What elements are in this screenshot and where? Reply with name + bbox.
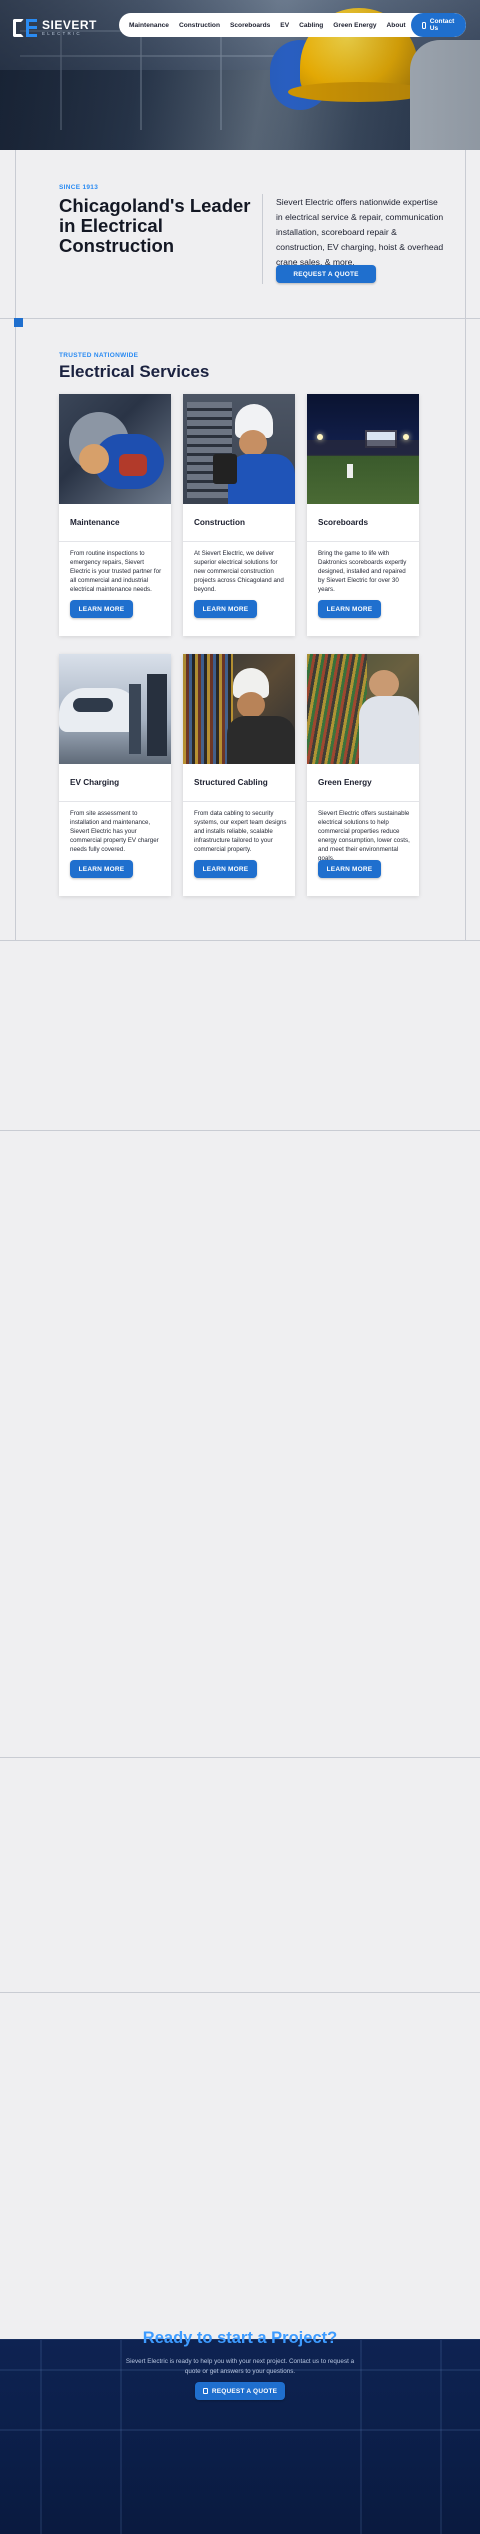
cta-bg-beam	[0, 2429, 480, 2431]
card-divider	[183, 801, 295, 802]
service-card-ev-charging[interactable]: EV Charging From site assessment to inst…	[59, 654, 171, 896]
intro-text: Sievert Electric offers nationwide exper…	[276, 197, 444, 267]
logo-icon	[13, 19, 37, 37]
logo-name: SIEVERT	[42, 18, 97, 33]
nav-item-green-energy[interactable]: Green Energy	[328, 22, 381, 29]
cta-bg-beam	[360, 2339, 362, 2534]
green-energy-image	[307, 654, 419, 764]
grid-line	[0, 1992, 480, 1993]
ev-charging-image	[59, 654, 171, 764]
grid-line	[465, 150, 466, 940]
structured-cabling-image	[183, 654, 295, 764]
grid-line	[0, 318, 480, 319]
page-title: Chicagoland's Leader in Electrical Const…	[59, 195, 251, 256]
grid-line	[0, 1130, 480, 1131]
service-card-structured-cabling[interactable]: Structured Cabling From data cabling to …	[183, 654, 295, 896]
card-title: Green Energy	[318, 778, 372, 787]
card-divider	[307, 541, 419, 542]
card-title: Maintenance	[70, 518, 120, 527]
contact-us-button[interactable]: Contact Us	[410, 13, 466, 37]
grid-line	[0, 940, 480, 941]
nav-item-about[interactable]: About	[382, 22, 411, 29]
site-logo[interactable]: SIEVERT ELECTRIC	[13, 16, 97, 40]
contact-us-label: Contact Us	[429, 18, 455, 32]
service-card-green-energy[interactable]: Green Energy Sievert Electric offers sus…	[307, 654, 419, 896]
card-text: From site assessment to installation and…	[70, 810, 159, 853]
services-eyebrow: TRUSTED NATIONWIDE	[59, 352, 139, 359]
main-nav: Maintenance Construction Scoreboards EV …	[119, 13, 466, 37]
request-quote-button[interactable]: REQUEST A QUOTE	[276, 265, 376, 283]
cta-request-quote-button[interactable]: REQUEST A QUOTE	[195, 2382, 285, 2400]
section-divider	[262, 194, 263, 284]
maintenance-image	[59, 394, 171, 504]
construction-image	[183, 394, 295, 504]
services-title: Electrical Services	[59, 362, 210, 381]
accent-square	[14, 318, 23, 327]
cta-text: Sievert Electric is ready to help you wi…	[125, 2358, 355, 2375]
card-divider	[307, 801, 419, 802]
card-text: Bring the game to life with Daktronics s…	[318, 550, 407, 593]
nav-item-cabling[interactable]: Cabling	[294, 22, 328, 29]
scoreboards-image	[307, 394, 419, 504]
card-text: Sievert Electric offers sustainable elec…	[318, 810, 410, 862]
cta-bg-beam	[40, 2339, 42, 2534]
card-title: EV Charging	[70, 778, 120, 787]
logo-subtitle: ELECTRIC	[42, 31, 82, 37]
card-title: Construction	[194, 518, 245, 527]
learn-more-button[interactable]: LEARN MORE	[318, 860, 381, 878]
card-text: From data cabling to security systems, o…	[194, 810, 287, 853]
service-card-maintenance[interactable]: Maintenance From routine inspections to …	[59, 394, 171, 636]
nav-item-maintenance[interactable]: Maintenance	[119, 22, 174, 29]
nav-item-ev[interactable]: EV	[275, 22, 294, 29]
learn-more-button[interactable]: LEARN MORE	[70, 860, 133, 878]
nav-item-scoreboards[interactable]: Scoreboards	[225, 22, 275, 29]
card-divider	[183, 541, 295, 542]
grid-line	[0, 1757, 480, 1758]
card-divider	[59, 541, 171, 542]
nav-item-construction[interactable]: Construction	[174, 22, 225, 29]
learn-more-button[interactable]: LEARN MORE	[70, 600, 133, 618]
card-title: Scoreboards	[318, 518, 369, 527]
card-divider	[59, 801, 171, 802]
grid-line	[15, 150, 16, 940]
learn-more-button[interactable]: LEARN MORE	[194, 600, 257, 618]
learn-more-button[interactable]: LEARN MORE	[194, 860, 257, 878]
document-icon	[202, 2388, 208, 2394]
cta-title: Ready to start a Project?	[142, 2329, 338, 2347]
service-card-scoreboards[interactable]: Scoreboards Bring the game to life with …	[307, 394, 419, 636]
service-card-construction[interactable]: Construction At Sievert Electric, we del…	[183, 394, 295, 636]
learn-more-button[interactable]: LEARN MORE	[318, 600, 381, 618]
since-eyebrow: SINCE 1913	[59, 184, 99, 191]
card-text: At Sievert Electric, we deliver superior…	[194, 550, 284, 593]
card-title: Structured Cabling	[194, 778, 268, 787]
cta-button-label: REQUEST A QUOTE	[211, 2387, 278, 2395]
cta-bg-beam	[440, 2339, 442, 2534]
card-text: From routine inspections to emergency re…	[70, 550, 162, 593]
phone-icon	[421, 21, 426, 29]
